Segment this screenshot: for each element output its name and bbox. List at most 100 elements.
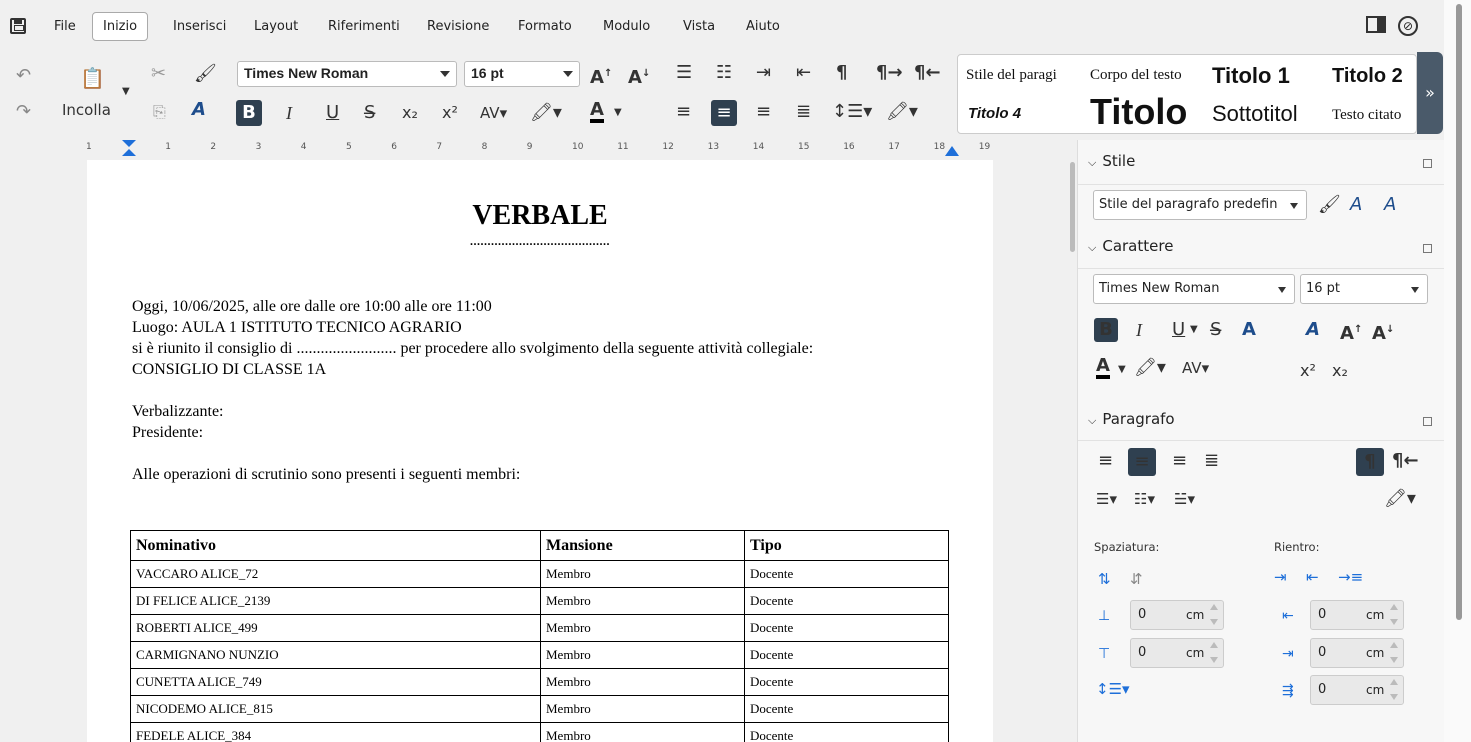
font-name-select[interactable]: Times New Roman [237,61,457,87]
panel-align-left-icon[interactable]: ≡ [1098,450,1113,472]
right-indent-marker[interactable] [945,146,959,156]
menu-formato[interactable]: Formato [518,19,572,34]
style-body-text[interactable]: Corpo del testo [1090,67,1206,84]
panel-bold-button[interactable]: B [1094,318,1118,342]
rtl-paragraph-icon[interactable]: ¶← [914,63,941,83]
panel-italic-button[interactable]: I [1136,319,1142,341]
ltr-paragraph-icon[interactable]: ¶→ [876,63,903,83]
panel-font-size-select[interactable]: 16 pt [1300,274,1428,304]
panel-subscript-icon[interactable]: x₂ [1332,360,1348,382]
menu-revisione[interactable]: Revisione [427,19,489,34]
before-text-indent-field[interactable]: 0 cm [1310,600,1404,630]
menu-modulo[interactable]: Modulo [603,19,650,34]
character-spacing-icon[interactable]: AV▾ [480,103,507,123]
spin-arrows[interactable] [1208,603,1220,627]
style-heading-2[interactable]: Titolo 2 [1332,65,1416,88]
section-paragrafo-header[interactable]: ⌵ Paragrafo [1088,410,1175,428]
style-heading-1[interactable]: Titolo 1 [1212,63,1322,89]
subscript-icon[interactable]: x₂ [402,103,418,123]
font-color-dropdown-icon[interactable]: ▼ [1118,359,1126,381]
menu-aiuto[interactable]: Aiuto [746,19,780,34]
update-style-icon[interactable]: A [1350,194,1362,216]
spin-arrows[interactable] [1388,678,1400,702]
menu-inserisci[interactable]: Inserisci [173,19,226,34]
paste-dropdown-icon[interactable]: ▼ [122,82,130,102]
window-scrollbar-thumb[interactable] [1456,4,1462,620]
strikethrough-icon[interactable]: S̶ [364,103,375,123]
save-icon[interactable] [10,18,26,34]
menu-riferimenti[interactable]: Riferimenti [328,19,400,34]
style-heading-4[interactable]: Titolo 4 [968,105,1068,122]
paste-button-label[interactable]: Incolla [62,101,111,119]
new-style-icon[interactable]: A [1384,194,1396,216]
clone-formatting-icon[interactable]: 🖌 [194,64,217,84]
bullet-list-icon[interactable]: ☰ [676,63,692,83]
style-title[interactable]: Titolo [1090,91,1206,133]
window-scrollbar[interactable] [1444,0,1471,742]
set-style-icon[interactable]: 🖌 [1318,194,1341,216]
panel-bullet-list-icon[interactable]: ☰▾ [1096,488,1117,510]
copy-icon[interactable]: ⎘ [153,102,166,122]
redo-icon[interactable]: ↷ [16,102,31,122]
ruler[interactable]: 1 1 2 3 4 5 6 7 8 9 10 11 12 13 14 15 16 17 18 19 [0,140,1077,156]
stile-more-options-icon[interactable] [1423,159,1432,168]
panel-highlight-icon[interactable]: 🖍▾ [1134,357,1166,379]
font-color-dropdown-icon[interactable]: ▼ [614,103,622,123]
members-table[interactable]: Nominativo Mansione Tipo VACCARO ALICE_7… [130,530,949,742]
below-paragraph-spacing-field[interactable]: 0 cm [1130,638,1224,668]
sidebar-toggle-icon[interactable] [1366,16,1386,33]
superscript-icon[interactable]: x² [442,103,458,123]
underline-dropdown-icon[interactable]: ▼ [1190,319,1198,341]
spin-arrows[interactable] [1208,641,1220,665]
compass-icon[interactable]: ⊘ [1398,16,1418,36]
panel-outline-list-icon[interactable]: ☱▾ [1174,488,1195,510]
clear-formatting-icon[interactable]: A [192,100,206,120]
panel-shrink-font-icon[interactable]: A↓ [1372,319,1394,345]
panel-align-justify-icon[interactable]: ≣ [1204,450,1219,472]
panel-font-color-icon[interactable]: A [1096,357,1110,379]
menu-file[interactable]: File [54,19,76,34]
carattere-more-options-icon[interactable] [1423,244,1432,253]
gallery-expand-button[interactable]: » [1417,52,1443,134]
panel-align-right-icon[interactable]: ≡ [1172,450,1187,472]
style-default-paragraph[interactable]: Stile del paragi [966,67,1086,84]
shadow-icon[interactable]: A [1242,319,1256,341]
decrease-spacing-icon[interactable]: ⇵ [1130,568,1143,590]
clipboard-icon[interactable]: 📋 [80,68,105,88]
decrease-indent-panel-icon[interactable]: ⇤ [1306,566,1319,588]
above-paragraph-spacing-field[interactable]: 0 cm [1130,600,1224,630]
panel-align-center-icon[interactable]: ≡ [1128,448,1156,476]
menu-vista[interactable]: Vista [683,19,715,34]
section-stile-header[interactable]: ⌵ Stile [1088,152,1135,170]
first-line-indent-field[interactable]: 0 cm [1310,675,1404,705]
align-right-icon[interactable]: ≡ [756,102,771,122]
paragraph-style-select[interactable]: Stile del paragrafo predefin [1093,190,1307,220]
style-quote[interactable]: Testo citato [1332,107,1416,124]
increase-indent-panel-icon[interactable]: ⇥ [1274,566,1287,588]
spin-arrows[interactable] [1388,641,1400,665]
increase-spacing-icon[interactable]: ⇅ [1098,568,1111,590]
formatting-marks-icon[interactable]: ¶ [836,63,847,83]
menu-inizio[interactable]: Inizio [92,12,149,41]
after-text-indent-field[interactable]: 0 cm [1310,638,1404,668]
undo-icon[interactable]: ↶ [16,66,31,86]
align-center-icon[interactable]: ≡ [711,100,737,126]
align-left-icon[interactable]: ≡ [676,102,691,122]
spin-arrows[interactable] [1388,603,1400,627]
panel-line-spacing-icon[interactable]: ↕☰▾ [1096,678,1130,700]
numbered-list-icon[interactable]: ☷ [716,63,732,83]
panel-strikethrough-icon[interactable]: S̶ [1210,319,1221,341]
panel-rtl-icon[interactable]: ¶← [1392,450,1419,472]
document-scrollbar[interactable] [1070,162,1075,252]
font-size-select[interactable]: 16 pt [464,61,580,87]
document-area[interactable]: VERBALE ................................… [0,156,1077,742]
line-spacing-icon[interactable]: ↕☰▾ [832,102,872,122]
italic-button[interactable]: I [286,103,292,123]
document-page[interactable]: VERBALE ................................… [87,160,993,742]
panel-clear-formatting-icon[interactable]: A [1306,319,1320,341]
shrink-font-icon[interactable]: A↓ [628,64,650,88]
hanging-indent-icon[interactable]: →≡ [1338,566,1363,588]
panel-underline-button[interactable]: U [1172,319,1185,341]
panel-character-spacing-icon[interactable]: AV▾ [1182,357,1209,379]
left-indent-marker[interactable] [122,140,136,156]
